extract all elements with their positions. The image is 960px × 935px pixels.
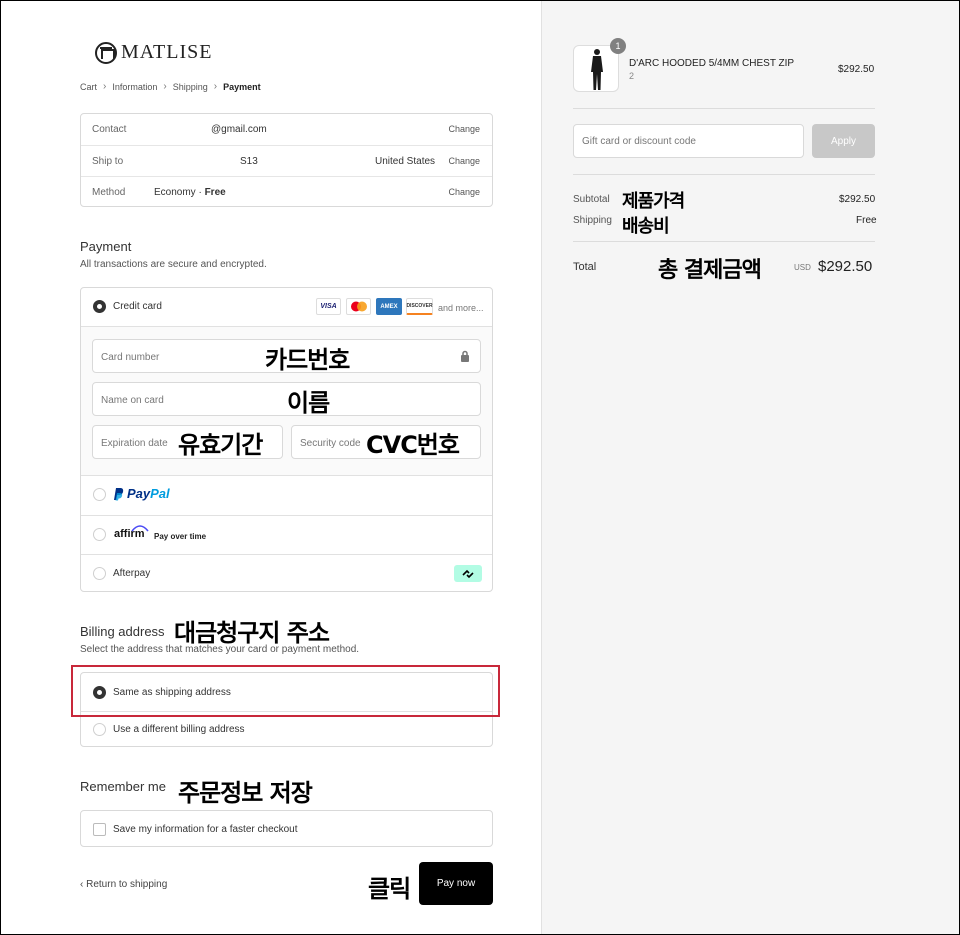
screenshot-frame xyxy=(0,0,960,935)
